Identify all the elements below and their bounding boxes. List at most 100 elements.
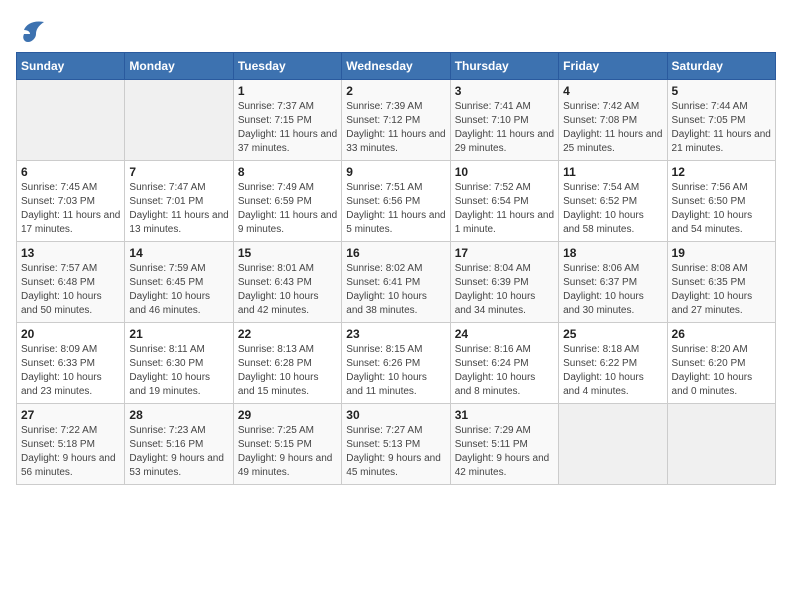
calendar-week-row: 27Sunrise: 7:22 AM Sunset: 5:18 PM Dayli… [17, 404, 776, 485]
weekday-header-tuesday: Tuesday [233, 53, 341, 80]
day-number: 31 [455, 408, 554, 422]
day-number: 20 [21, 327, 120, 341]
day-number: 17 [455, 246, 554, 260]
day-detail: Sunrise: 8:11 AM Sunset: 6:30 PM Dayligh… [129, 343, 228, 399]
day-detail: Sunrise: 7:42 AM Sunset: 7:08 PM Dayligh… [563, 100, 662, 156]
logo-icon [16, 16, 48, 44]
day-detail: Sunrise: 8:13 AM Sunset: 6:28 PM Dayligh… [238, 343, 337, 399]
calendar-week-row: 1Sunrise: 7:37 AM Sunset: 7:15 PM Daylig… [17, 80, 776, 161]
weekday-header-sunday: Sunday [17, 53, 125, 80]
calendar-cell: 25 Sunrise: 8:18 AM Sunset: 6:22 PM Dayli… [559, 323, 667, 404]
calendar-header [16, 16, 776, 44]
day-number: 16 [346, 246, 445, 260]
day-detail: Sunrise: 8:06 AM Sunset: 6:37 PM Dayligh… [563, 262, 662, 318]
day-detail: Sunrise: 7:45 AM Sunset: 7:03 PM Dayligh… [21, 181, 120, 237]
day-detail: Sunrise: 8:18 AM Sunset: 6:22 PM Dayligh… [563, 343, 662, 399]
day-detail: Sunrise: 7:57 AM Sunset: 6:48 PM Dayligh… [21, 262, 120, 318]
calendar-table: SundayMondayTuesdayWednesdayThursdayFrid… [16, 52, 776, 485]
logo [16, 16, 52, 44]
day-number: 11 [563, 165, 662, 179]
calendar-cell: 7Sunrise: 7:47 AM Sunset: 7:01 PM Daylig… [125, 161, 233, 242]
calendar-cell: 6 Sunrise: 7:45 AM Sunset: 7:03 PM Daylig… [17, 161, 125, 242]
calendar-cell: 2Sunrise: 7:39 AM Sunset: 7:12 PM Daylig… [342, 80, 450, 161]
day-detail: Sunrise: 8:01 AM Sunset: 6:43 PM Dayligh… [238, 262, 337, 318]
calendar-cell: 17 Sunrise: 8:04 AM Sunset: 6:39 PM Dayli… [450, 242, 558, 323]
calendar-cell [559, 404, 667, 485]
day-number: 21 [129, 327, 228, 341]
day-detail: Sunrise: 8:04 AM Sunset: 6:39 PM Dayligh… [455, 262, 554, 318]
day-detail: Sunrise: 8:16 AM Sunset: 6:24 PM Dayligh… [455, 343, 554, 399]
calendar-cell: 26 Sunrise: 8:20 AM Sunset: 6:20 PM Dayli… [667, 323, 775, 404]
day-detail: Sunrise: 8:02 AM Sunset: 6:41 PM Dayligh… [346, 262, 445, 318]
calendar-cell: 15 Sunrise: 8:01 AM Sunset: 6:43 PM Dayli… [233, 242, 341, 323]
calendar-cell: 16 Sunrise: 8:02 AM Sunset: 6:41 PM Dayli… [342, 242, 450, 323]
day-number: 1 [238, 84, 337, 98]
calendar-cell: 31 Sunrise: 7:29 AM Sunset: 5:11 PM Dayli… [450, 404, 558, 485]
day-number: 27 [21, 408, 120, 422]
day-detail: Sunrise: 7:44 AM Sunset: 7:05 PM Dayligh… [672, 100, 771, 156]
day-detail: Sunrise: 8:08 AM Sunset: 6:35 PM Dayligh… [672, 262, 771, 318]
day-detail: Sunrise: 7:52 AM Sunset: 6:54 PM Dayligh… [455, 181, 554, 237]
calendar-week-row: 13 Sunrise: 7:57 AM Sunset: 6:48 PM Dayli… [17, 242, 776, 323]
day-number: 26 [672, 327, 771, 341]
calendar-cell: 20 Sunrise: 8:09 AM Sunset: 6:33 PM Dayli… [17, 323, 125, 404]
day-number: 9 [346, 165, 445, 179]
calendar-cell: 11 Sunrise: 7:54 AM Sunset: 6:52 PM Dayli… [559, 161, 667, 242]
day-detail: Sunrise: 7:23 AM Sunset: 5:16 PM Dayligh… [129, 424, 228, 480]
calendar-week-row: 6 Sunrise: 7:45 AM Sunset: 7:03 PM Daylig… [17, 161, 776, 242]
day-number: 19 [672, 246, 771, 260]
weekday-header-friday: Friday [559, 53, 667, 80]
day-number: 6 [21, 165, 120, 179]
day-number: 24 [455, 327, 554, 341]
calendar-cell: 14Sunrise: 7:59 AM Sunset: 6:45 PM Dayli… [125, 242, 233, 323]
calendar-header-row: SundayMondayTuesdayWednesdayThursdayFrid… [17, 53, 776, 80]
day-number: 5 [672, 84, 771, 98]
calendar-cell: 10 Sunrise: 7:52 AM Sunset: 6:54 PM Dayli… [450, 161, 558, 242]
day-detail: Sunrise: 7:29 AM Sunset: 5:11 PM Dayligh… [455, 424, 554, 480]
calendar-cell: 29 Sunrise: 7:25 AM Sunset: 5:15 PM Dayli… [233, 404, 341, 485]
day-detail: Sunrise: 7:54 AM Sunset: 6:52 PM Dayligh… [563, 181, 662, 237]
day-number: 22 [238, 327, 337, 341]
day-number: 15 [238, 246, 337, 260]
day-number: 3 [455, 84, 554, 98]
day-number: 7 [129, 165, 228, 179]
calendar-cell: 12Sunrise: 7:56 AM Sunset: 6:50 PM Dayli… [667, 161, 775, 242]
calendar-week-row: 20 Sunrise: 8:09 AM Sunset: 6:33 PM Dayli… [17, 323, 776, 404]
day-detail: Sunrise: 8:20 AM Sunset: 6:20 PM Dayligh… [672, 343, 771, 399]
weekday-header-thursday: Thursday [450, 53, 558, 80]
day-detail: Sunrise: 8:15 AM Sunset: 6:26 PM Dayligh… [346, 343, 445, 399]
calendar-cell: 18 Sunrise: 8:06 AM Sunset: 6:37 PM Dayli… [559, 242, 667, 323]
day-number: 25 [563, 327, 662, 341]
calendar-cell: 28 Sunrise: 7:23 AM Sunset: 5:16 PM Dayli… [125, 404, 233, 485]
calendar-cell: 9 Sunrise: 7:51 AM Sunset: 6:56 PM Daylig… [342, 161, 450, 242]
day-detail: Sunrise: 7:41 AM Sunset: 7:10 PM Dayligh… [455, 100, 554, 156]
weekday-header-monday: Monday [125, 53, 233, 80]
day-number: 30 [346, 408, 445, 422]
calendar-cell: 13 Sunrise: 7:57 AM Sunset: 6:48 PM Dayli… [17, 242, 125, 323]
day-number: 10 [455, 165, 554, 179]
day-detail: Sunrise: 7:39 AM Sunset: 7:12 PM Dayligh… [346, 100, 445, 156]
calendar-cell: 21 Sunrise: 8:11 AM Sunset: 6:30 PM Dayli… [125, 323, 233, 404]
day-number: 18 [563, 246, 662, 260]
calendar-cell: 3 Sunrise: 7:41 AM Sunset: 7:10 PM Daylig… [450, 80, 558, 161]
calendar-cell: 24 Sunrise: 8:16 AM Sunset: 6:24 PM Dayli… [450, 323, 558, 404]
day-number: 23 [346, 327, 445, 341]
calendar-cell [125, 80, 233, 161]
day-detail: Sunrise: 7:59 AM Sunset: 6:45 PM Dayligh… [129, 262, 228, 318]
day-detail: Sunrise: 7:51 AM Sunset: 6:56 PM Dayligh… [346, 181, 445, 237]
day-number: 4 [563, 84, 662, 98]
calendar-cell: 23 Sunrise: 8:15 AM Sunset: 6:26 PM Dayli… [342, 323, 450, 404]
calendar-cell: 8 Sunrise: 7:49 AM Sunset: 6:59 PM Daylig… [233, 161, 341, 242]
day-detail: Sunrise: 7:25 AM Sunset: 5:15 PM Dayligh… [238, 424, 337, 480]
day-number: 13 [21, 246, 120, 260]
day-number: 8 [238, 165, 337, 179]
day-number: 29 [238, 408, 337, 422]
day-detail: Sunrise: 8:09 AM Sunset: 6:33 PM Dayligh… [21, 343, 120, 399]
day-detail: Sunrise: 7:56 AM Sunset: 6:50 PM Dayligh… [672, 181, 771, 237]
calendar-cell: 1Sunrise: 7:37 AM Sunset: 7:15 PM Daylig… [233, 80, 341, 161]
day-number: 28 [129, 408, 228, 422]
calendar-cell: 19 Sunrise: 8:08 AM Sunset: 6:35 PM Dayli… [667, 242, 775, 323]
calendar-cell: 4 Sunrise: 7:42 AM Sunset: 7:08 PM Daylig… [559, 80, 667, 161]
calendar-cell [17, 80, 125, 161]
day-detail: Sunrise: 7:49 AM Sunset: 6:59 PM Dayligh… [238, 181, 337, 237]
